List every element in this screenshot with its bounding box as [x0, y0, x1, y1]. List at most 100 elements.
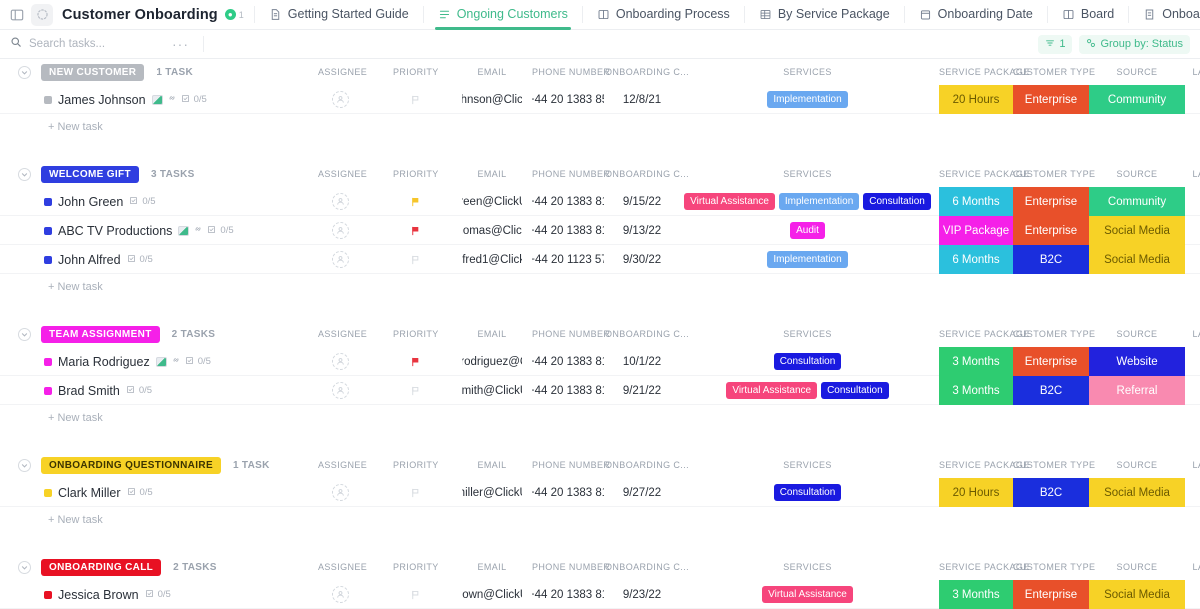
priority-cell[interactable] [393, 245, 437, 274]
column-header-phone[interactable]: PHONE NUMBER [532, 329, 610, 339]
services-cell[interactable]: Consultation [700, 478, 915, 507]
service-tag[interactable]: Consultation [821, 382, 889, 399]
priority-flag-icon[interactable] [410, 254, 421, 266]
view-tab-board[interactable]: Board [1055, 0, 1121, 30]
email-cell[interactable]: bsmith@ClickUp [462, 376, 522, 405]
column-header-service_package[interactable]: SERVICE PACKAGE [939, 562, 1029, 572]
priority-cell[interactable] [393, 580, 437, 609]
assignee-cell[interactable] [318, 376, 362, 405]
column-header-latest[interactable]: LAT [1186, 329, 1200, 339]
table-row[interactable]: James Johnson 0/5 jjohnson@ClickL +44 20 13… [0, 85, 1200, 114]
avatar[interactable] [331, 382, 349, 399]
avatar[interactable] [331, 484, 349, 501]
email-cell[interactable]: jalfred1@ClickU [462, 245, 522, 274]
status-badge[interactable]: TEAM ASSIGNMENT [41, 325, 160, 343]
link-icon[interactable] [193, 224, 203, 237]
column-header-services[interactable]: SERVICES [700, 562, 915, 572]
priority-flag-icon[interactable] [410, 589, 421, 601]
column-header-onboarding_call[interactable]: ONBOARDING C... [605, 460, 689, 470]
services-cell[interactable]: Implementation [700, 85, 915, 114]
column-header-phone[interactable]: PHONE NUMBER [532, 67, 610, 77]
service-package-cell[interactable]: 3 Months [939, 580, 1013, 609]
group-header[interactable]: ONBOARDING QUESTIONNAIRE 1 TASK ASSIGNEE PR… [0, 452, 1200, 478]
column-header-source[interactable]: SOURCE [1089, 67, 1185, 77]
email-cell[interactable]: jgreen@ClickUp [462, 187, 522, 216]
service-tag[interactable]: Virtual Assistance [684, 193, 775, 210]
column-header-priority[interactable]: PRIORITY [393, 460, 438, 470]
avatar[interactable] [331, 586, 349, 603]
column-header-customer_type[interactable]: CUSTOMER TYPE [1013, 329, 1095, 339]
column-header-priority[interactable]: PRIORITY [393, 67, 438, 77]
panel-toggle-icon[interactable] [6, 4, 28, 26]
table-row[interactable]: ABC TV Productions 0/5 fthomas@ClickL +44 2… [0, 216, 1200, 245]
column-header-email[interactable]: EMAIL [462, 460, 522, 470]
priority-flag-icon[interactable] [410, 487, 421, 499]
status-dot[interactable] [44, 226, 52, 235]
group-header[interactable]: WELCOME GIFT 3 TASKS ASSIGNEE PRIORITY EMAIL… [0, 161, 1200, 187]
column-header-service_package[interactable]: SERVICE PACKAGE [939, 460, 1029, 470]
avatar[interactable] [331, 91, 349, 108]
table-row[interactable]: Brad Smith 0/5 bsmith@ClickUp +44 20 1383 8… [0, 376, 1200, 405]
table-row[interactable]: Maria Rodriguez 0/5 mrodriguez@Cli +44 20 1… [0, 347, 1200, 376]
new-task-button[interactable]: + New task [0, 405, 1200, 430]
assignee-cell[interactable] [318, 245, 362, 274]
column-header-services[interactable]: SERVICES [700, 169, 915, 179]
email-cell[interactable]: mrodriguez@Cli [462, 347, 522, 376]
onboarding-call-cell[interactable]: 9/15/22 [605, 187, 679, 216]
priority-flag-icon[interactable] [410, 225, 421, 237]
customer-type-cell[interactable]: B2C [1013, 376, 1089, 405]
link-icon[interactable] [167, 93, 177, 106]
priority-cell[interactable] [393, 347, 437, 376]
onboarding-call-cell[interactable]: 12/8/21 [605, 85, 679, 114]
service-tag[interactable]: Consultation [773, 353, 842, 370]
column-header-source[interactable]: SOURCE [1089, 562, 1185, 572]
customer-type-cell[interactable]: Enterprise [1013, 216, 1089, 245]
status-dot[interactable] [44, 95, 52, 104]
link-icon[interactable] [171, 355, 181, 368]
source-cell[interactable]: Website [1089, 347, 1185, 376]
task-name-cell[interactable]: John Alfred 0/5 [44, 245, 153, 274]
phone-cell[interactable]: +44 20 1383 85 [532, 85, 604, 114]
service-package-cell[interactable]: 6 Months [939, 245, 1013, 274]
phone-cell[interactable]: +44 20 1383 81 [532, 216, 604, 245]
column-header-onboarding_call[interactable]: ONBOARDING C... [605, 169, 689, 179]
task-name-cell[interactable]: Maria Rodriguez 0/5 [44, 347, 211, 376]
table-row[interactable]: Jessica Brown 0/5 jbrown@ClickUp +44 20 138… [0, 580, 1200, 609]
source-cell[interactable]: Community [1089, 85, 1185, 114]
column-header-onboarding_call[interactable]: ONBOARDING C... [605, 67, 689, 77]
services-cell[interactable]: Consultation [700, 347, 915, 376]
column-header-email[interactable]: EMAIL [462, 329, 522, 339]
column-header-assignee[interactable]: ASSIGNEE [318, 67, 367, 77]
phone-cell[interactable]: +44 20 1383 81 [532, 376, 604, 405]
customer-type-cell[interactable]: Enterprise [1013, 85, 1089, 114]
column-header-assignee[interactable]: ASSIGNEE [318, 562, 367, 572]
phone-cell[interactable]: +44 20 1383 81 [532, 478, 604, 507]
column-header-onboarding_call[interactable]: ONBOARDING C... [605, 329, 689, 339]
priority-cell[interactable] [393, 85, 437, 114]
assignee-cell[interactable] [318, 478, 362, 507]
column-header-priority[interactable]: PRIORITY [393, 169, 438, 179]
image-attachment-icon[interactable] [151, 94, 163, 105]
column-header-services[interactable]: SERVICES [700, 460, 915, 470]
status-dot[interactable] [44, 590, 52, 599]
avatar[interactable] [331, 353, 349, 370]
assignee-cell[interactable] [318, 580, 362, 609]
image-attachment-icon[interactable] [178, 225, 190, 236]
priority-cell[interactable] [393, 478, 437, 507]
priority-flag-icon[interactable] [410, 385, 421, 397]
status-badge[interactable]: ONBOARDING CALL [41, 558, 162, 576]
column-header-customer_type[interactable]: CUSTOMER TYPE [1013, 460, 1095, 470]
chevron-down-icon[interactable] [18, 560, 31, 574]
assignee-cell[interactable] [318, 216, 362, 245]
new-task-button[interactable]: + New task [0, 274, 1200, 299]
column-header-onboarding_call[interactable]: ONBOARDING C... [605, 562, 689, 572]
service-package-cell[interactable]: 3 Months [939, 347, 1013, 376]
customer-type-cell[interactable]: Enterprise [1013, 580, 1089, 609]
status-badge[interactable]: WELCOME GIFT [41, 165, 139, 183]
column-header-service_package[interactable]: SERVICE PACKAGE [939, 169, 1029, 179]
column-header-source[interactable]: SOURCE [1089, 169, 1185, 179]
image-attachment-icon[interactable] [155, 356, 167, 367]
column-header-source[interactable]: SOURCE [1089, 329, 1185, 339]
onboarding-call-cell[interactable]: 10/1/22 [605, 347, 679, 376]
column-header-assignee[interactable]: ASSIGNEE [318, 169, 367, 179]
